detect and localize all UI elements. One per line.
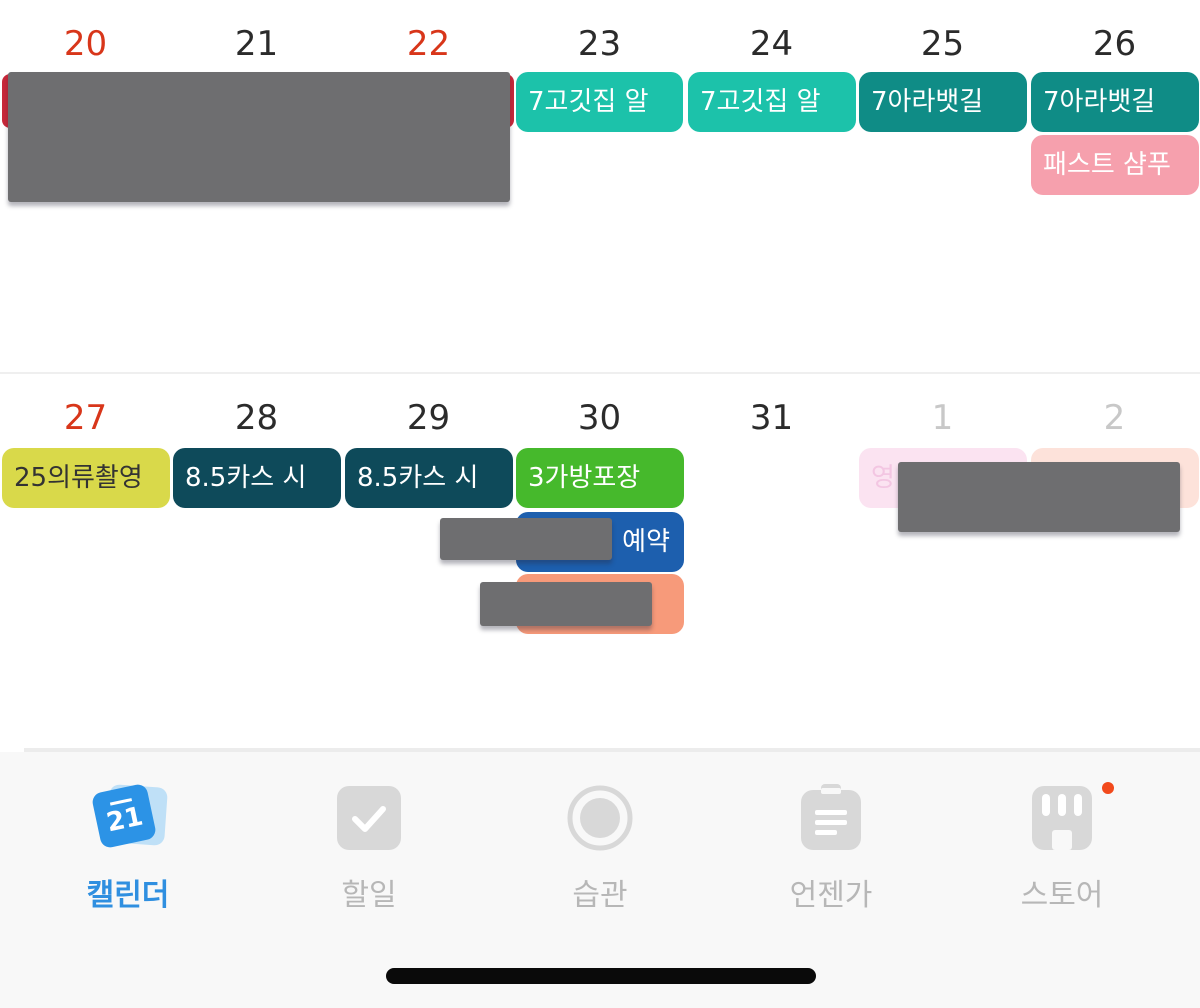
tab-label: 캘린더 — [86, 878, 170, 913]
event-chip[interactable]: 3가방포장 — [516, 448, 684, 508]
week-row: 27 28 29 30 31 1 2 25의류촬영 8.5카스 시 8.5카스 … — [0, 374, 1200, 750]
store-icon — [1028, 784, 1096, 852]
day-number[interactable]: 28 — [171, 398, 342, 438]
notification-dot — [1102, 782, 1114, 794]
tab-someday[interactable]: 언젠가 — [711, 752, 951, 932]
day-number[interactable]: 22 — [343, 24, 514, 64]
checkbox-icon — [335, 784, 403, 852]
clipboard-icon — [797, 784, 865, 852]
week-row: 20 21 22 23 24 25 26 7고깃집 알 7고깃집 알 7아라뱃길… — [0, 0, 1200, 372]
event-chip[interactable]: 패스트 샴푸 — [1031, 135, 1199, 195]
day-number[interactable]: 23 — [514, 24, 685, 64]
tab-calendar[interactable]: 21 캘린더 — [8, 752, 248, 932]
day-number[interactable]: 24 — [686, 24, 857, 64]
tab-label: 스토어 — [1020, 878, 1104, 913]
day-number[interactable]: 20 — [0, 24, 171, 64]
day-number[interactable]: 25 — [857, 24, 1028, 64]
event-chip[interactable]: 8.5카스 시 — [345, 448, 513, 508]
event-chip[interactable]: 8.5카스 시 — [173, 448, 341, 508]
home-indicator[interactable] — [386, 968, 816, 984]
day-number[interactable]: 31 — [686, 398, 857, 438]
redacted-event — [480, 582, 652, 626]
calendar-icon: 21 — [90, 782, 168, 852]
day-number[interactable]: 21 — [171, 24, 342, 64]
tab-label: 할일 — [341, 878, 397, 913]
redacted-event — [8, 72, 510, 202]
day-number[interactable]: 27 — [0, 398, 171, 438]
event-chip[interactable]: 7아라뱃길 — [1031, 72, 1199, 132]
day-number[interactable]: 1 — [857, 398, 1028, 438]
habit-circle-icon — [566, 784, 634, 852]
event-chip[interactable]: 7고깃집 알 — [516, 72, 683, 132]
event-chip[interactable]: 7아라뱃길 — [859, 72, 1027, 132]
day-number[interactable]: 29 — [343, 398, 514, 438]
tab-habit[interactable]: 습관 — [480, 752, 720, 932]
redacted-event — [898, 462, 1180, 532]
tab-label: 습관 — [572, 878, 628, 913]
tab-todo[interactable]: 할일 — [249, 752, 489, 932]
calendar-icon-date: 21 — [104, 801, 146, 839]
day-number[interactable]: 26 — [1029, 24, 1200, 64]
event-chip[interactable]: 25의류촬영 — [2, 448, 170, 508]
event-chip[interactable]: 7고깃집 알 — [688, 72, 856, 132]
day-number[interactable]: 30 — [514, 398, 685, 438]
redacted-event — [440, 518, 612, 560]
day-number[interactable]: 2 — [1029, 398, 1200, 438]
tab-store[interactable]: 스토어 — [942, 752, 1182, 932]
tab-label: 언젠가 — [789, 878, 873, 913]
